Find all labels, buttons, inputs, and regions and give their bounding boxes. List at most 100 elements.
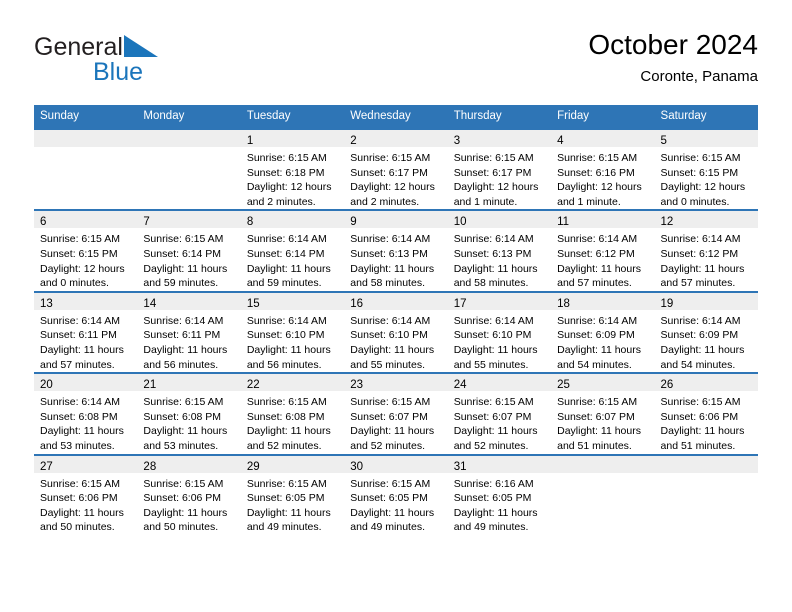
- daylight-text-line2: and 49 minutes.: [246, 521, 322, 534]
- day-number: 11: [557, 216, 570, 229]
- day-cell-details: Sunrise: 6:15 AM Sunset: 6:06 PM Daylight:…: [34, 473, 137, 535]
- calendar-day-cell[interactable]: 15 Sunrise: 6:14 AM Sunset: 6:10 PM Dayligh…: [240, 290, 345, 374]
- day-cell-inner: 23 Sunrise: 6:15 AM Sunset: 6:07 PM Dayligh…: [344, 374, 448, 453]
- day-number: 12: [660, 216, 674, 229]
- daylight-text-line2: and 53 minutes.: [40, 439, 115, 452]
- day-number: 29: [246, 460, 260, 473]
- calendar-day-cell[interactable]: 8 Sunrise: 6:14 AM Sunset: 6:14 PM Daylight…: [240, 209, 345, 292]
- sunrise-text: Sunrise: 6:15 AM: [246, 396, 327, 409]
- calendar-day-cell[interactable]: 20 Sunrise: 6:14 AM Sunset: 6:08 PM Dayligh…: [34, 372, 138, 455]
- calendar-day-cell[interactable]: 24 Sunrise: 6:15 AM Sunset: 6:07 PM Dayligh…: [447, 372, 552, 455]
- calendar-day-cell[interactable]: 21 Sunrise: 6:15 AM Sunset: 6:08 PM Dayligh…: [137, 372, 241, 455]
- sunset-text: Sunset: 6:06 PM: [660, 410, 739, 423]
- sunset-text: Sunset: 6:08 PM: [143, 410, 222, 423]
- day-number-band: 31: [447, 455, 552, 473]
- day-cell-details: Sunrise: 6:16 AM Sunset: 6:05 PM Daylight:…: [448, 473, 551, 535]
- general-blue-logo[interactable]: General Blue: [34, 34, 264, 92]
- day-cell-inner: 7 Sunrise: 6:15 AM Sunset: 6:14 PM Daylight…: [137, 211, 241, 290]
- day-number-band: 23: [344, 374, 448, 392]
- sunset-text: Sunset: 6:14 PM: [143, 247, 222, 260]
- sunset-text: Sunset: 6:05 PM: [453, 492, 532, 505]
- day-number: 19: [660, 297, 674, 310]
- calendar-body: 1 Sunrise: 6:15 AM Sunset: 6:18 PM Daylight…: [34, 127, 758, 535]
- calendar-day-cell[interactable]: 30 Sunrise: 6:15 AM Sunset: 6:05 PM Dayligh…: [344, 453, 448, 535]
- calendar-day-cell[interactable]: 19 Sunrise: 6:14 AM Sunset: 6:09 PM Dayligh…: [654, 290, 758, 374]
- calendar-day-cell[interactable]: 7 Sunrise: 6:15 AM Sunset: 6:14 PM Daylight…: [137, 209, 241, 292]
- calendar-day-cell[interactable]: 16 Sunrise: 6:14 AM Sunset: 6:10 PM Dayligh…: [344, 290, 448, 374]
- sunset-text: Sunset: 6:09 PM: [557, 329, 635, 342]
- calendar-day-cell[interactable]: 1 Sunrise: 6:15 AM Sunset: 6:18 PM Daylight…: [240, 127, 345, 211]
- calendar-day-cell[interactable]: 10 Sunrise: 6:14 AM Sunset: 6:13 PM Dayligh…: [447, 209, 552, 292]
- daylight-text-line2: and 59 minutes.: [246, 277, 322, 290]
- day-number: 20: [40, 379, 53, 392]
- calendar-day-cell[interactable]: 5 Sunrise: 6:15 AM Sunset: 6:15 PM Daylight…: [654, 127, 758, 211]
- weekday-header-monday: Monday: [137, 105, 241, 129]
- day-number-band: 14: [137, 292, 241, 310]
- sunset-text: Sunset: 6:09 PM: [660, 329, 739, 342]
- day-cell-details: Sunrise: 6:15 AM Sunset: 6:05 PM Daylight:…: [344, 473, 447, 535]
- calendar-day-cell[interactable]: 17 Sunrise: 6:14 AM Sunset: 6:10 PM Dayligh…: [447, 290, 552, 374]
- sunset-text: Sunset: 6:06 PM: [143, 492, 222, 505]
- day-cell-details: Sunrise: 6:15 AM Sunset: 6:14 PM Daylight:…: [137, 228, 240, 290]
- day-number-band: 10: [447, 211, 552, 229]
- day-number: 10: [453, 216, 467, 229]
- calendar-day-cell[interactable]: 12 Sunrise: 6:14 AM Sunset: 6:12 PM Dayligh…: [654, 209, 758, 292]
- day-number-band: 28: [137, 455, 241, 473]
- day-number-band: 25: [551, 374, 655, 392]
- daylight-text-line2: and 2 minutes.: [246, 195, 316, 208]
- sunset-text: Sunset: 6:17 PM: [350, 166, 428, 179]
- daylight-text-line2: and 56 minutes.: [246, 358, 322, 371]
- day-number: 15: [246, 297, 260, 310]
- calendar-day-cell[interactable]: 22 Sunrise: 6:15 AM Sunset: 6:08 PM Dayligh…: [240, 372, 345, 455]
- calendar-day-cell[interactable]: 9 Sunrise: 6:14 AM Sunset: 6:13 PM Daylight…: [344, 209, 448, 292]
- sunset-text: Sunset: 6:12 PM: [557, 247, 635, 260]
- day-number: 17: [453, 297, 467, 310]
- day-number: 23: [350, 379, 364, 392]
- day-number: 8: [246, 216, 254, 229]
- day-number-band: [137, 130, 241, 147]
- day-cell-details: Sunrise: 6:14 AM Sunset: 6:09 PM Daylight:…: [551, 310, 654, 372]
- daylight-text-line2: and 55 minutes.: [453, 358, 529, 371]
- calendar-day-cell[interactable]: 31 Sunrise: 6:16 AM Sunset: 6:05 PM Dayligh…: [447, 453, 552, 535]
- calendar-day-cell[interactable]: 3 Sunrise: 6:15 AM Sunset: 6:17 PM Daylight…: [447, 127, 552, 211]
- day-number-band: 6: [34, 211, 138, 229]
- calendar-day-cell[interactable]: 26 Sunrise: 6:15 AM Sunset: 6:06 PM Dayligh…: [654, 372, 758, 455]
- day-cell-inner: 14 Sunrise: 6:14 AM Sunset: 6:11 PM Dayligh…: [137, 292, 241, 372]
- day-number-band: [654, 455, 758, 473]
- weekday-header-wednesday: Wednesday: [344, 105, 448, 129]
- sunset-text: Sunset: 6:18 PM: [246, 166, 325, 179]
- day-cell-inner: [654, 455, 758, 535]
- day-number-band: 2: [344, 130, 448, 147]
- sunset-text: Sunset: 6:16 PM: [557, 166, 635, 179]
- daylight-text-line2: and 1 minute.: [557, 195, 621, 208]
- sunrise-text: Sunrise: 6:14 AM: [557, 314, 638, 327]
- calendar-day-cell[interactable]: 18 Sunrise: 6:14 AM Sunset: 6:09 PM Dayligh…: [551, 290, 655, 374]
- day-number: 3: [453, 135, 461, 147]
- sunset-text: Sunset: 6:10 PM: [350, 329, 428, 342]
- day-number-band: 7: [137, 211, 241, 229]
- day-cell-details: Sunrise: 6:15 AM Sunset: 6:15 PM Daylight:…: [655, 147, 758, 209]
- day-cell-inner: 2 Sunrise: 6:15 AM Sunset: 6:17 PM Daylight…: [344, 130, 448, 209]
- calendar-day-cell[interactable]: 13 Sunrise: 6:14 AM Sunset: 6:11 PM Dayligh…: [34, 290, 138, 374]
- daylight-text-line1: Daylight: 11 hours: [350, 262, 435, 275]
- daylight-text-line2: and 57 minutes.: [557, 277, 632, 290]
- calendar-day-cell[interactable]: 25 Sunrise: 6:15 AM Sunset: 6:07 PM Dayligh…: [551, 372, 655, 455]
- calendar-day-cell[interactable]: 11 Sunrise: 6:14 AM Sunset: 6:12 PM Dayligh…: [551, 209, 655, 292]
- calendar-day-cell[interactable]: 28 Sunrise: 6:15 AM Sunset: 6:06 PM Dayligh…: [137, 453, 241, 535]
- day-cell-details: Sunrise: 6:14 AM Sunset: 6:12 PM Daylight:…: [551, 228, 654, 290]
- daylight-text-line2: and 49 minutes.: [350, 521, 425, 534]
- daylight-text-line1: Daylight: 11 hours: [453, 262, 538, 275]
- calendar-week-row: 20 Sunrise: 6:14 AM Sunset: 6:08 PM Dayligh…: [34, 372, 758, 455]
- calendar-day-cell[interactable]: 27 Sunrise: 6:15 AM Sunset: 6:06 PM Dayligh…: [34, 453, 138, 535]
- calendar-day-cell[interactable]: 4 Sunrise: 6:15 AM Sunset: 6:16 PM Daylight…: [551, 127, 655, 211]
- calendar-day-cell[interactable]: 6 Sunrise: 6:15 AM Sunset: 6:15 PM Daylight…: [34, 209, 138, 292]
- sunset-text: Sunset: 6:07 PM: [453, 410, 532, 423]
- calendar-day-cell[interactable]: 23 Sunrise: 6:15 AM Sunset: 6:07 PM Dayligh…: [344, 372, 448, 455]
- calendar-day-cell[interactable]: 2 Sunrise: 6:15 AM Sunset: 6:17 PM Daylight…: [344, 127, 448, 211]
- day-number-band: 18: [551, 292, 655, 310]
- weekday-header-saturday: Saturday: [654, 105, 758, 129]
- day-cell-details: [137, 147, 240, 151]
- day-number: 31: [453, 460, 467, 473]
- calendar-day-cell[interactable]: 29 Sunrise: 6:15 AM Sunset: 6:05 PM Dayligh…: [240, 453, 345, 535]
- calendar-day-cell[interactable]: 14 Sunrise: 6:14 AM Sunset: 6:11 PM Dayligh…: [137, 290, 241, 374]
